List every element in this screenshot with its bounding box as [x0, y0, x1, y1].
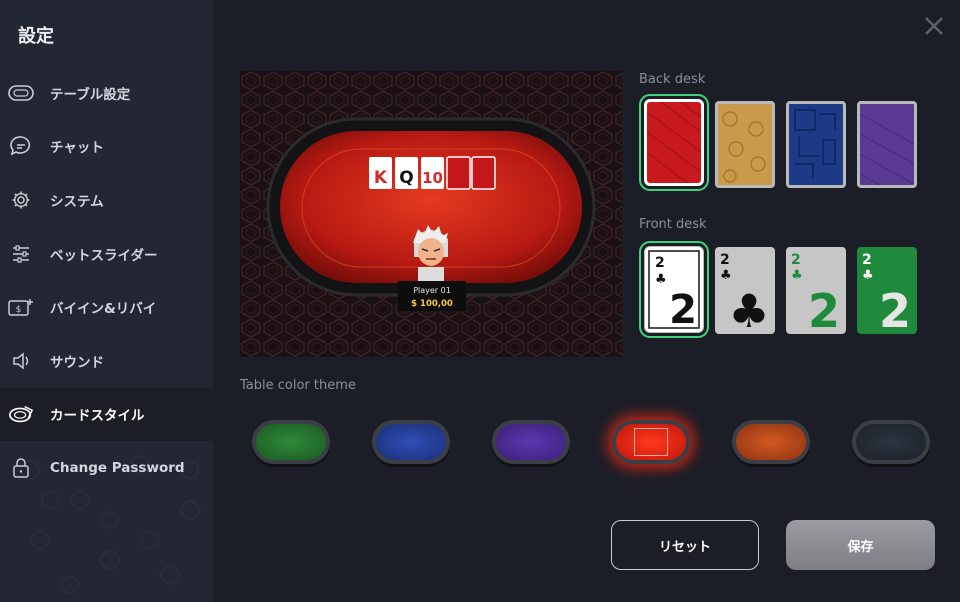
theme-option-green[interactable]: [252, 420, 330, 464]
sidebar-nav: テーブル設定 チャット システム ベットスライダー $ バイイン&リバイ サウン…: [0, 66, 213, 495]
svg-text:2: 2: [669, 287, 697, 332]
svg-text:♣: ♣: [862, 268, 874, 283]
player-stack: $ 100,00: [411, 299, 453, 309]
community-card: Q: [395, 157, 418, 189]
sidebar-item-label: サウンド: [50, 354, 104, 371]
svg-text:2: 2: [862, 252, 872, 268]
svg-text:♣: ♣: [655, 272, 667, 287]
sidebar-item-label: Change Password: [50, 459, 185, 476]
svg-text:K: K: [374, 168, 388, 188]
theme-option-red[interactable]: [612, 420, 690, 464]
front-desk-option-grey[interactable]: 2 ♣ ♣: [715, 247, 775, 338]
speaker-icon: [8, 350, 34, 372]
svg-text:2: 2: [791, 252, 801, 268]
svg-text:10: 10: [422, 169, 443, 187]
sidebar-item-chat[interactable]: チャット: [0, 120, 213, 174]
back-desk-option-red[interactable]: [639, 94, 709, 191]
theme-option-dark[interactable]: [852, 420, 930, 464]
theme-option-orange[interactable]: [732, 420, 810, 464]
svg-text:♣: ♣: [728, 284, 769, 334]
close-button[interactable]: [922, 14, 946, 38]
back-desk-option-blue[interactable]: [786, 101, 846, 188]
community-card: 10: [421, 157, 444, 189]
card-style-icon: [8, 403, 34, 425]
theme-option-blue[interactable]: [372, 420, 450, 464]
sidebar-item-bet-slider[interactable]: ベットスライダー: [0, 227, 213, 281]
reset-button[interactable]: リセット: [611, 520, 759, 570]
player-name: Player 01: [413, 286, 451, 295]
svg-text:2: 2: [808, 284, 840, 334]
table-icon: [8, 82, 34, 104]
svg-text:$: $: [16, 305, 22, 315]
sidebar-item-system[interactable]: システム: [0, 173, 213, 227]
lock-icon: [8, 457, 34, 479]
card-back: [471, 156, 496, 190]
svg-text:2: 2: [879, 284, 911, 334]
sidebar-item-label: テーブル設定: [50, 86, 131, 103]
gear-icon: [8, 189, 34, 211]
front-desk-label: Front desk: [639, 217, 707, 232]
close-icon: [925, 17, 943, 35]
sidebar: 設定 テーブル設定 チャット システム ベットスライダー $ バイイン&リバイ …: [0, 0, 213, 602]
front-desk-option-grey-green[interactable]: 2 ♣ 2: [786, 247, 846, 338]
sidebar-item-label: カードスタイル: [50, 408, 145, 425]
svg-text:Q: Q: [399, 168, 413, 188]
slider-icon: [8, 243, 34, 265]
sidebar-item-label: チャット: [50, 140, 104, 157]
svg-text:♣: ♣: [791, 268, 803, 283]
theme-option-purple[interactable]: [492, 420, 570, 464]
settings-dialog: 設定 テーブル設定 チャット システム ベットスライダー $ バイイン&リバイ …: [0, 0, 960, 602]
sidebar-title: 設定: [18, 26, 54, 47]
chat-icon: [8, 135, 34, 157]
front-desk-option-green[interactable]: 2 ♣ 2: [857, 247, 917, 338]
table-preview: K Q 10 Player 01 $ 100,00: [240, 71, 622, 357]
front-desk-option-classic[interactable]: 2 ♣ 2: [639, 241, 709, 338]
sidebar-item-sound[interactable]: サウンド: [0, 334, 213, 388]
sidebar-item-card-style[interactable]: カードスタイル: [0, 387, 213, 442]
community-cards: K Q 10: [369, 156, 496, 190]
sidebar-item-label: ベットスライダー: [50, 247, 158, 264]
buyin-icon: $: [8, 296, 34, 318]
back-desk-label: Back desk: [639, 72, 706, 87]
save-button[interactable]: 保存: [786, 520, 935, 570]
sidebar-item-change-password[interactable]: Change Password: [0, 441, 213, 495]
sidebar-item-table-settings[interactable]: テーブル設定: [0, 66, 213, 120]
community-card: K: [369, 157, 392, 189]
svg-text:♣: ♣: [720, 268, 732, 283]
sidebar-item-label: バイイン&リバイ: [50, 301, 157, 318]
card-back: [446, 156, 471, 190]
sidebar-item-buyin[interactable]: $ バイイン&リバイ: [0, 280, 213, 334]
svg-text:2: 2: [655, 255, 665, 271]
svg-text:2: 2: [720, 252, 730, 268]
back-desk-option-purple[interactable]: [857, 101, 917, 188]
table-theme-label: Table color theme: [240, 378, 356, 393]
back-desk-option-gold[interactable]: [715, 101, 775, 188]
sidebar-item-label: システム: [50, 193, 104, 210]
